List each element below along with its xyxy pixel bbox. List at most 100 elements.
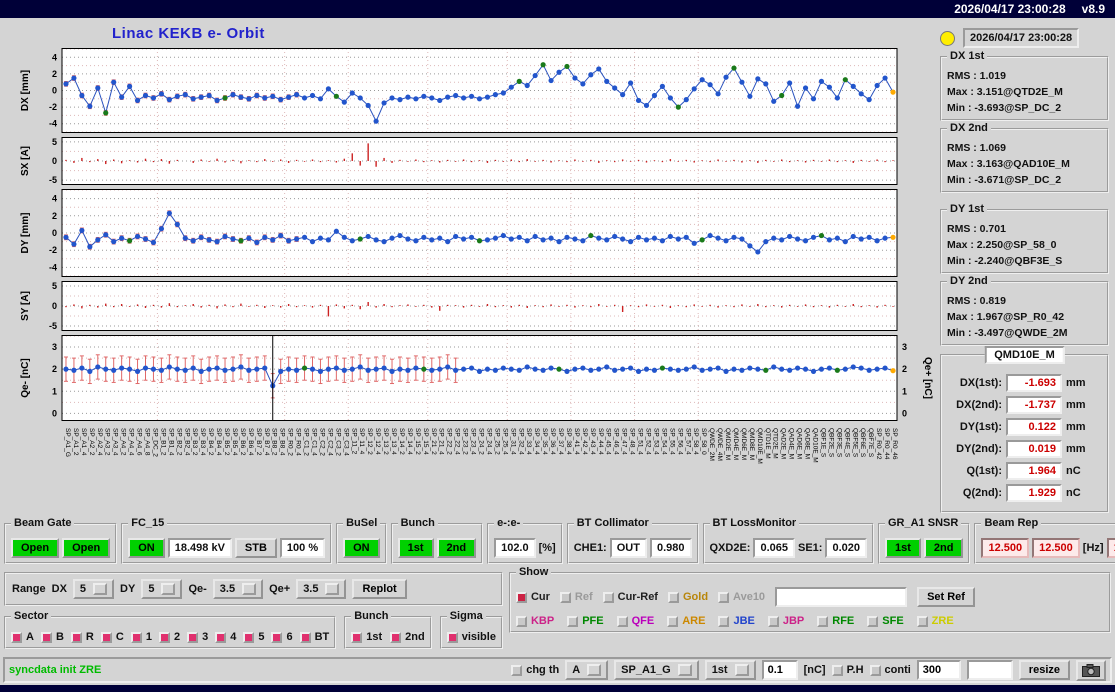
svg-text:1: 1: [52, 386, 57, 396]
ee-ratio-value[interactable]: 102.0: [494, 538, 536, 558]
svg-text:SP_A1_2: SP_A1_2: [72, 428, 79, 456]
svg-text:SP_58_0: SP_58_0: [700, 428, 707, 455]
range-dy-select[interactable]: 5: [141, 579, 183, 599]
qmd-row-value: 0.122: [1006, 418, 1062, 436]
show-are-checkbox[interactable]: [667, 615, 679, 627]
bunch-select[interactable]: 1st: [704, 660, 756, 680]
svg-text:SP_13_2: SP_13_2: [382, 428, 389, 455]
svg-text:SP_B2_2: SP_B2_2: [175, 428, 182, 456]
show-pfe-checkbox[interactable]: [567, 615, 579, 627]
che1-label: CHE1:: [573, 542, 607, 554]
sector-3-checkbox[interactable]: [187, 631, 199, 643]
svg-text:QBF3E_S: QBF3E_S: [835, 428, 842, 458]
threshold-input[interactable]: [761, 660, 798, 680]
aux-input[interactable]: [966, 660, 1013, 680]
sector-1-checkbox[interactable]: [130, 631, 142, 643]
sector-group: Sector A B R C 1 2 3 4 5 6 BT: [4, 610, 337, 649]
sy-corrector-plot[interactable]: 5 0 -5 SY [A]: [0, 281, 938, 331]
sector-5-checkbox[interactable]: [243, 631, 255, 643]
sector-select[interactable]: A: [565, 660, 609, 680]
svg-text:Qe- [nC]: Qe- [nC]: [20, 358, 31, 397]
svg-text:QBF2E_S: QBF2E_S: [827, 428, 834, 458]
stat-min: Min : -3.671@SP_DC_2: [947, 174, 1062, 186]
svg-text:SP_48_4: SP_48_4: [629, 428, 636, 455]
show-ref-checkbox[interactable]: [559, 591, 571, 603]
titlebar-clock: 2026/04/17 23:00:28: [954, 2, 1066, 16]
qmd-row-label: DX(2nd):: [956, 399, 1002, 411]
fc15-stb-button[interactable]: STB: [234, 538, 277, 558]
bunch-2nd-checkbox[interactable]: [390, 631, 402, 643]
svg-text:SP_B1_2: SP_B1_2: [159, 428, 166, 456]
beam-status-lamp-icon: [940, 30, 955, 46]
sector-bt-checkbox[interactable]: [299, 631, 311, 643]
che1-state-readout: OUT: [609, 538, 647, 558]
qmd-row-value: 1.964: [1006, 462, 1062, 480]
snsr-1st-button[interactable]: 1st: [885, 538, 921, 558]
sector-4-checkbox[interactable]: [215, 631, 227, 643]
snapshot-button[interactable]: [1076, 659, 1106, 681]
svg-text:SP_45_4: SP_45_4: [605, 428, 612, 455]
replot-button[interactable]: Replot: [352, 579, 407, 599]
svg-text:3: 3: [52, 342, 57, 352]
dy-orbit-plot[interactable]: 4 2 0 -2 -4 DY [mm]: [0, 189, 938, 277]
svg-text:SP_52_4: SP_52_4: [645, 428, 652, 455]
show-gold-checkbox[interactable]: [667, 591, 679, 603]
charge-plot[interactable]: 3 2 1 0 Qe- [nC] 3 2 1 0 Qe+ [nC]: [0, 335, 938, 421]
svg-text:QMD10E_M: QMD10E_M: [756, 428, 763, 464]
show-jbp-checkbox[interactable]: [767, 615, 779, 627]
sector-6-checkbox[interactable]: [271, 631, 283, 643]
conti-checkbox[interactable]: [869, 664, 881, 676]
se1-label: SE1:: [798, 542, 823, 554]
dx-orbit-plot[interactable]: 4 2 0 -2 -4 DX [mm]: [0, 48, 938, 133]
ref-file-input[interactable]: [775, 587, 908, 607]
titlebar: 2026/04/17 23:00:28 v8.9: [0, 0, 1115, 18]
beam-gate-open-2-button[interactable]: Open: [62, 538, 111, 558]
show-zre-checkbox[interactable]: [916, 615, 928, 627]
count-input[interactable]: [916, 660, 961, 680]
snsr-2nd-button[interactable]: 2nd: [923, 538, 964, 558]
svg-text:DX [mm]: DX [mm]: [20, 70, 31, 111]
bunch-1st-checkbox[interactable]: [351, 631, 363, 643]
resize-button[interactable]: resize: [1018, 660, 1070, 680]
sector-2-checkbox[interactable]: [158, 631, 170, 643]
svg-text:SP_24_2: SP_24_2: [478, 428, 485, 455]
show-rfe-checkbox[interactable]: [817, 615, 829, 627]
show-sfe-checkbox[interactable]: [867, 615, 879, 627]
sector-a-checkbox[interactable]: [11, 631, 22, 643]
range-qem-select[interactable]: 3.5: [212, 579, 264, 599]
svg-text:SP_B4_4: SP_B4_4: [215, 428, 222, 456]
show-kbp-checkbox[interactable]: [515, 615, 527, 627]
ph-checkbox[interactable]: [831, 664, 843, 676]
sx-corrector-plot[interactable]: 5 0 -5 SX [A]: [0, 137, 938, 185]
busel-on-button[interactable]: ON: [343, 538, 380, 558]
show-cur-checkbox[interactable]: [515, 591, 527, 603]
qmd-row-value: -1.693: [1006, 374, 1062, 392]
qmd-row-unit: nC: [1066, 487, 1081, 499]
set-ref-button[interactable]: Set Ref: [917, 587, 975, 607]
bunch-1st-button[interactable]: 1st: [397, 538, 434, 558]
show-ave10-checkbox[interactable]: [718, 591, 730, 603]
bunch-2nd-button[interactable]: 2nd: [436, 538, 477, 558]
range-dx-select[interactable]: 5: [72, 579, 115, 599]
svg-text:SP_B5_4: SP_B5_4: [231, 428, 238, 456]
stat-min: Min : -2.240@QBF3E_S: [947, 255, 1063, 267]
svg-text:-2: -2: [49, 102, 57, 112]
beam-gate-open-1-button[interactable]: Open: [11, 538, 60, 558]
fc15-on-button[interactable]: ON: [128, 538, 165, 558]
svg-text:SP_47_4: SP_47_4: [621, 428, 628, 455]
show-qfe-checkbox[interactable]: [616, 615, 628, 627]
sector-b-checkbox[interactable]: [40, 631, 52, 643]
svg-text:SP_36_4: SP_36_4: [549, 428, 556, 455]
sigma-visible-checkbox[interactable]: [446, 631, 458, 643]
svg-text:0: 0: [902, 408, 907, 418]
chg-th-checkbox[interactable]: [511, 664, 523, 676]
range-qep-select[interactable]: 3.5: [296, 579, 347, 599]
sector-r-checkbox[interactable]: [70, 631, 82, 643]
show-cur-ref-checkbox[interactable]: [602, 591, 614, 603]
stat-max: Max : 3.151@QTD2E_M: [947, 86, 1063, 98]
bpm-select[interactable]: SP_A1_G: [614, 660, 699, 680]
show-jbe-checkbox[interactable]: [718, 615, 730, 627]
svg-text:SP_A4_6: SP_A4_6: [136, 428, 143, 456]
sector-c-checkbox[interactable]: [100, 631, 112, 643]
stat-min: Min : -3.497@QWDE_2M: [947, 327, 1068, 339]
